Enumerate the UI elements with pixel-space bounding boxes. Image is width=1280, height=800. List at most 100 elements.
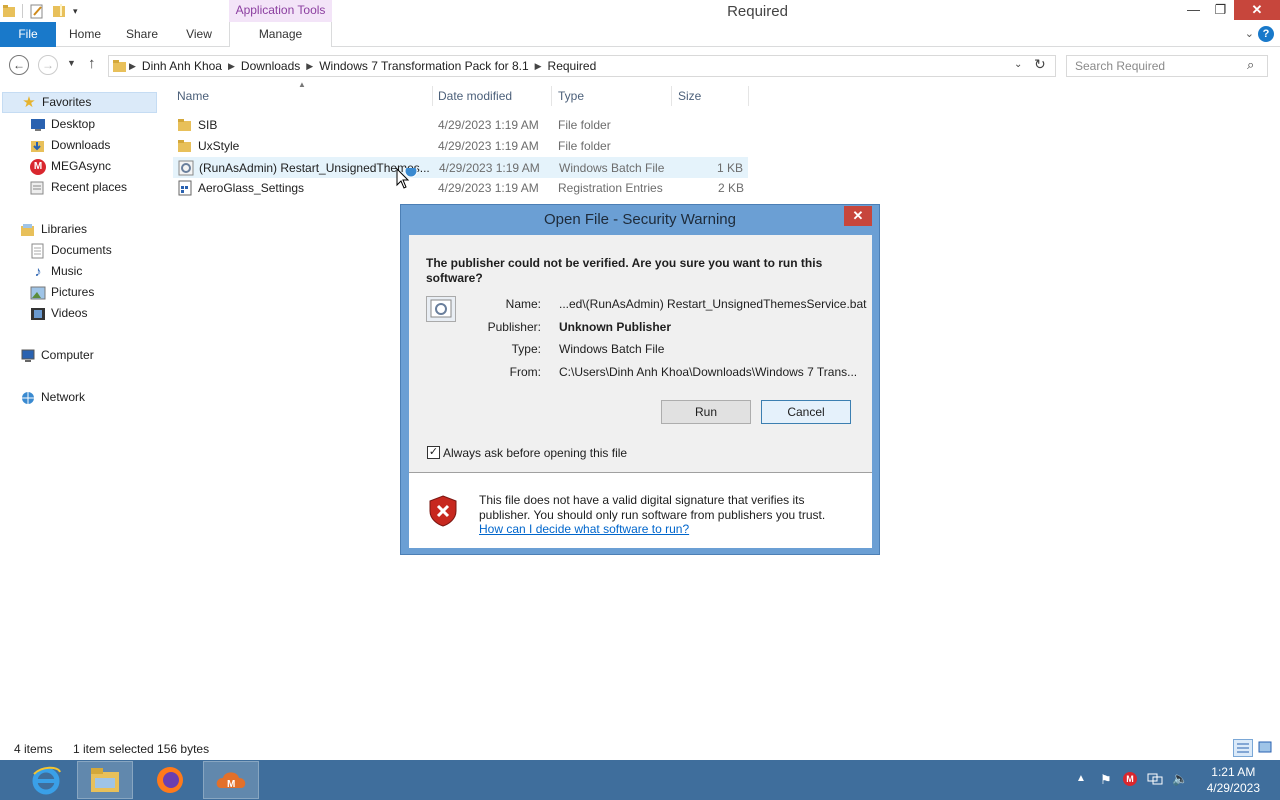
nav-documents-label: Documents bbox=[51, 243, 112, 257]
nav-megasync-label: MEGAsync bbox=[51, 159, 112, 173]
breadcrumb-separator-icon[interactable]: ▶ bbox=[227, 61, 236, 72]
firefox-icon[interactable] bbox=[142, 761, 198, 799]
run-button[interactable]: Run bbox=[661, 400, 751, 424]
address-dropdown-icon[interactable]: ⌄ bbox=[1014, 59, 1022, 70]
nav-documents[interactable]: Documents bbox=[30, 240, 112, 261]
from-value: C:\Users\Dinh Anh Khoa\Downloads\Windows… bbox=[559, 365, 858, 379]
videos-icon bbox=[30, 306, 46, 322]
dialog-title: Open File - Security Warning bbox=[543, 211, 736, 228]
column-header-date[interactable]: Date modified bbox=[438, 89, 512, 103]
nav-computer-label: Computer bbox=[41, 348, 94, 362]
nav-recent-places[interactable]: Recent places bbox=[30, 177, 127, 198]
nav-videos-label: Videos bbox=[51, 306, 88, 320]
breadcrumb-separator-icon[interactable]: ▶ bbox=[534, 61, 543, 72]
close-button[interactable]: ✕ bbox=[1234, 0, 1280, 20]
volume-muted-icon[interactable]: 🔈 bbox=[1172, 771, 1188, 787]
internet-explorer-icon[interactable] bbox=[18, 761, 74, 799]
breadcrumb-separator-icon[interactable]: ▶ bbox=[128, 61, 137, 72]
up-arrow-icon[interactable]: ↑ bbox=[88, 55, 96, 72]
tab-file[interactable]: File bbox=[0, 22, 56, 47]
refresh-icon[interactable]: ↻ bbox=[1034, 56, 1046, 73]
file-name: SIB bbox=[198, 118, 218, 132]
nav-computer[interactable]: Computer bbox=[20, 345, 94, 366]
forward-arrow-icon[interactable]: → bbox=[38, 55, 58, 75]
column-divider[interactable] bbox=[432, 86, 433, 106]
window-title: Required bbox=[727, 3, 788, 20]
file-row[interactable]: SIB 4/29/2023 1:19 AM File folder bbox=[173, 115, 748, 136]
nav-desktop[interactable]: Desktop bbox=[30, 114, 95, 135]
type-label: Type: bbox=[511, 342, 541, 356]
file-row-selected[interactable]: (RunAsAdmin) Restart_UnsignedThemes... 4… bbox=[173, 157, 748, 178]
breadcrumb-required[interactable]: Required bbox=[543, 59, 602, 73]
large-icons-view-icon[interactable] bbox=[1257, 740, 1275, 756]
network-icon bbox=[20, 390, 36, 406]
nav-downloads[interactable]: Downloads bbox=[30, 135, 110, 156]
breadcrumb-user[interactable]: Dinh Anh Khoa bbox=[137, 59, 227, 73]
address-bar[interactable]: ▶ Dinh Anh Khoa ▶ Downloads ▶ Windows 7 … bbox=[108, 55, 1056, 77]
column-divider[interactable] bbox=[551, 86, 552, 106]
folder-icon bbox=[177, 117, 193, 133]
file-type: File folder bbox=[558, 139, 611, 153]
warning-text: This file does not have a valid digital … bbox=[479, 493, 826, 522]
column-divider[interactable] bbox=[748, 86, 749, 106]
file-date: 4/29/2023 1:19 AM bbox=[439, 161, 540, 175]
recent-places-icon bbox=[30, 180, 46, 196]
breadcrumb-separator-icon[interactable]: ▶ bbox=[305, 61, 314, 72]
details-view-icon[interactable] bbox=[1233, 739, 1253, 757]
computer-icon bbox=[20, 348, 36, 364]
network-tray-icon[interactable] bbox=[1147, 772, 1163, 789]
libraries-icon bbox=[20, 222, 36, 238]
tab-view[interactable]: View bbox=[176, 22, 222, 47]
publisher-value: Unknown Publisher bbox=[559, 320, 672, 334]
nav-favorites[interactable]: ★ Favorites bbox=[2, 92, 157, 113]
recent-locations-chevron-icon[interactable]: ▼ bbox=[67, 58, 76, 68]
nav-pictures-label: Pictures bbox=[51, 285, 95, 299]
dialog-close-button[interactable]: ✕ bbox=[844, 206, 872, 226]
tab-manage[interactable]: Manage bbox=[229, 22, 332, 47]
file-row[interactable]: AeroGlass_Settings 4/29/2023 1:19 AM Reg… bbox=[173, 178, 748, 199]
tab-home[interactable]: Home bbox=[62, 22, 108, 47]
show-hidden-icons-icon[interactable]: ▲ bbox=[1076, 773, 1086, 784]
column-header-size[interactable]: Size bbox=[678, 89, 701, 103]
registry-file-icon bbox=[177, 180, 193, 196]
security-warning-dialog: Open File - Security Warning ✕ The publi… bbox=[400, 204, 880, 555]
nav-pictures[interactable]: Pictures bbox=[30, 282, 94, 303]
mouse-cursor-icon bbox=[396, 164, 424, 193]
file-size: 1 KB bbox=[716, 161, 743, 175]
breadcrumb-downloads[interactable]: Downloads bbox=[236, 59, 305, 73]
column-divider[interactable] bbox=[671, 86, 672, 106]
tab-share[interactable]: Share bbox=[119, 22, 165, 47]
column-header-name[interactable]: Name bbox=[177, 89, 209, 103]
restore-button[interactable]: ❐ bbox=[1207, 0, 1234, 20]
nav-libraries[interactable]: Libraries bbox=[20, 219, 87, 240]
system-clock[interactable]: 1:21 AM 4/29/2023 bbox=[1207, 764, 1260, 796]
nav-network[interactable]: Network bbox=[20, 387, 85, 408]
always-ask-checkbox[interactable]: ✓ bbox=[427, 446, 440, 459]
breadcrumb-pack[interactable]: Windows 7 Transformation Pack for 8.1 bbox=[314, 59, 533, 73]
file-explorer-icon[interactable] bbox=[77, 761, 133, 799]
cancel-button[interactable]: Cancel bbox=[761, 400, 851, 424]
minimize-button[interactable]: — bbox=[1180, 0, 1207, 20]
always-ask-label[interactable]: Always ask before opening this file bbox=[443, 446, 627, 460]
nav-music[interactable]: ♪ Music bbox=[30, 261, 83, 282]
help-icon[interactable]: ? bbox=[1258, 26, 1274, 42]
help-link[interactable]: How can I decide what software to run? bbox=[479, 522, 689, 536]
nav-videos[interactable]: Videos bbox=[30, 303, 87, 324]
clock-date: 4/29/2023 bbox=[1206, 781, 1260, 795]
dialog-question: The publisher could not be verified. Are… bbox=[426, 256, 823, 285]
music-icon: ♪ bbox=[34, 263, 42, 279]
nav-megasync[interactable]: M MEGAsync bbox=[30, 156, 111, 177]
search-icon[interactable]: ⌕ bbox=[1247, 57, 1254, 73]
megasync-icon[interactable]: M bbox=[203, 761, 259, 799]
mega-tray-icon[interactable]: M bbox=[1123, 772, 1137, 786]
documents-icon bbox=[30, 243, 46, 259]
name-label: Name: bbox=[505, 297, 541, 311]
action-center-flag-icon[interactable]: ⚑ bbox=[1100, 772, 1112, 788]
item-count: 4 items bbox=[14, 742, 53, 756]
back-arrow-icon[interactable]: ← bbox=[9, 55, 29, 75]
expand-ribbon-icon[interactable]: ⌄ bbox=[1245, 27, 1254, 40]
search-input[interactable]: Search Required bbox=[1066, 55, 1268, 77]
column-header-type[interactable]: Type bbox=[558, 89, 584, 103]
file-row[interactable]: UxStyle 4/29/2023 1:19 AM File folder bbox=[173, 136, 748, 157]
file-date: 4/29/2023 1:19 AM bbox=[438, 181, 539, 195]
